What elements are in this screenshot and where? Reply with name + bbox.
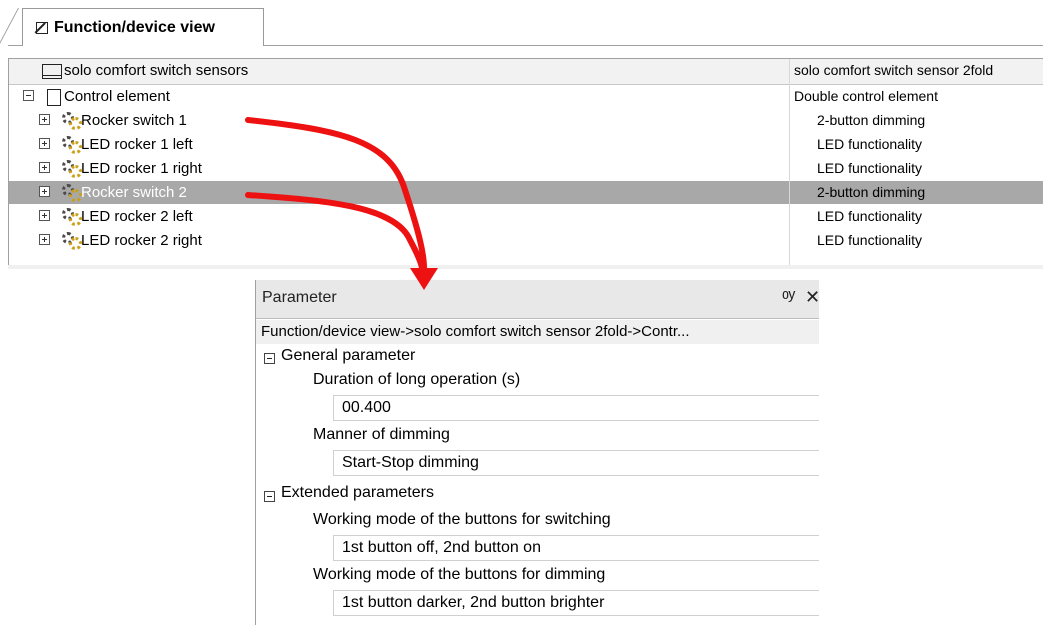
tree-item-label: Rocker switch 1 [81,112,187,129]
dimming-mode-field[interactable]: 1st button darker, 2nd button brighter [333,590,819,616]
switching-mode-field[interactable]: 1st button off, 2nd button on [333,535,819,561]
extended-parameters-heading: Extended parameters [281,484,434,501]
column-separator [789,59,790,265]
breadcrumb-text: Function/device view->solo comfort switc… [261,323,690,340]
tree-header-value: solo comfort switch sensor 2fold [794,62,994,78]
tree-header-label: solo comfort switch sensors [64,62,249,79]
switching-mode-label: Working mode of the buttons for switchin… [313,511,611,528]
expand-icon[interactable] [39,234,50,245]
collapse-icon[interactable] [23,90,34,101]
device-icon [42,64,62,79]
tree-item-value: 2-button dimming [817,184,926,200]
control-element-label: Control element [64,88,170,105]
dimming-manner-field[interactable]: Start-Stop dimming [333,450,819,476]
parameter-panel: Parameter ѹ ✕ Function/device view->solo… [255,280,819,625]
tree-item-label: LED rocker 1 right [81,160,202,177]
tree-item-label: LED rocker 1 left [81,136,193,153]
control-element-icon [47,89,61,106]
tree-item-row[interactable]: LED rocker 1 right LED functionality [9,157,1043,180]
parameter-titlebar: Parameter ѹ ✕ [256,280,819,319]
control-element-value: Double control element [794,88,938,104]
collapse-extended-icon[interactable] [264,491,275,502]
parameter-breadcrumb: Function/device view->solo comfort switc… [256,320,819,344]
expand-icon[interactable] [39,210,50,221]
parameter-title: Parameter [262,289,337,306]
collapse-general-icon[interactable] [264,353,275,364]
tree-item-value: LED functionality [817,232,923,248]
tab-label: Function/device view [54,19,215,36]
tree-item-value: LED functionality [817,208,923,224]
long-operation-label: Duration of long operation (s) [313,371,521,388]
expand-icon[interactable] [39,162,50,173]
tree-row-control-element[interactable]: Control element Double control element [9,85,1043,109]
tree-item-row[interactable]: LED rocker 2 right LED functionality [9,229,1043,252]
tree-scroll-area [8,265,1043,269]
tree-item-value: LED functionality [817,136,923,152]
dimming-manner-value: Start-Stop dimming [342,454,479,471]
expand-icon[interactable] [39,138,50,149]
pin-icon[interactable]: ѹ [782,286,795,303]
tree-item-label: LED rocker 2 right [81,232,202,249]
tree-item-value: 2-button dimming [817,112,926,128]
expand-icon[interactable] [39,114,50,125]
tab-strip: Function/device view [0,0,1043,46]
tree-header-row[interactable]: solo comfort switch sensors solo comfort… [9,59,1043,85]
tree-item-label: LED rocker 2 left [81,208,193,225]
dimming-mode-label: Working mode of the buttons for dimming [313,566,606,583]
long-operation-field[interactable]: 00.400 [333,395,819,421]
tab-edge [0,8,19,46]
switching-mode-value: 1st button off, 2nd button on [342,539,541,556]
tree-item-label: Rocker switch 2 [81,184,187,201]
close-icon[interactable]: ✕ [805,287,819,308]
dimming-manner-label: Manner of dimming [313,426,450,443]
dimming-mode-value: 1st button darker, 2nd button brighter [342,594,605,611]
tree-item-value: LED functionality [817,160,923,176]
tree-item-row[interactable]: Rocker switch 1 2-button dimming [9,109,1043,132]
general-parameter-heading: General parameter [281,347,416,364]
tree-item-row[interactable]: Rocker switch 2 2-button dimming [9,181,1043,204]
long-operation-value: 00.400 [342,399,391,416]
view-icon [36,22,48,34]
tree-item-row[interactable]: LED rocker 1 left LED functionality [9,133,1043,156]
tree-item-row[interactable]: LED rocker 2 left LED functionality [9,205,1043,228]
expand-icon[interactable] [39,186,50,197]
